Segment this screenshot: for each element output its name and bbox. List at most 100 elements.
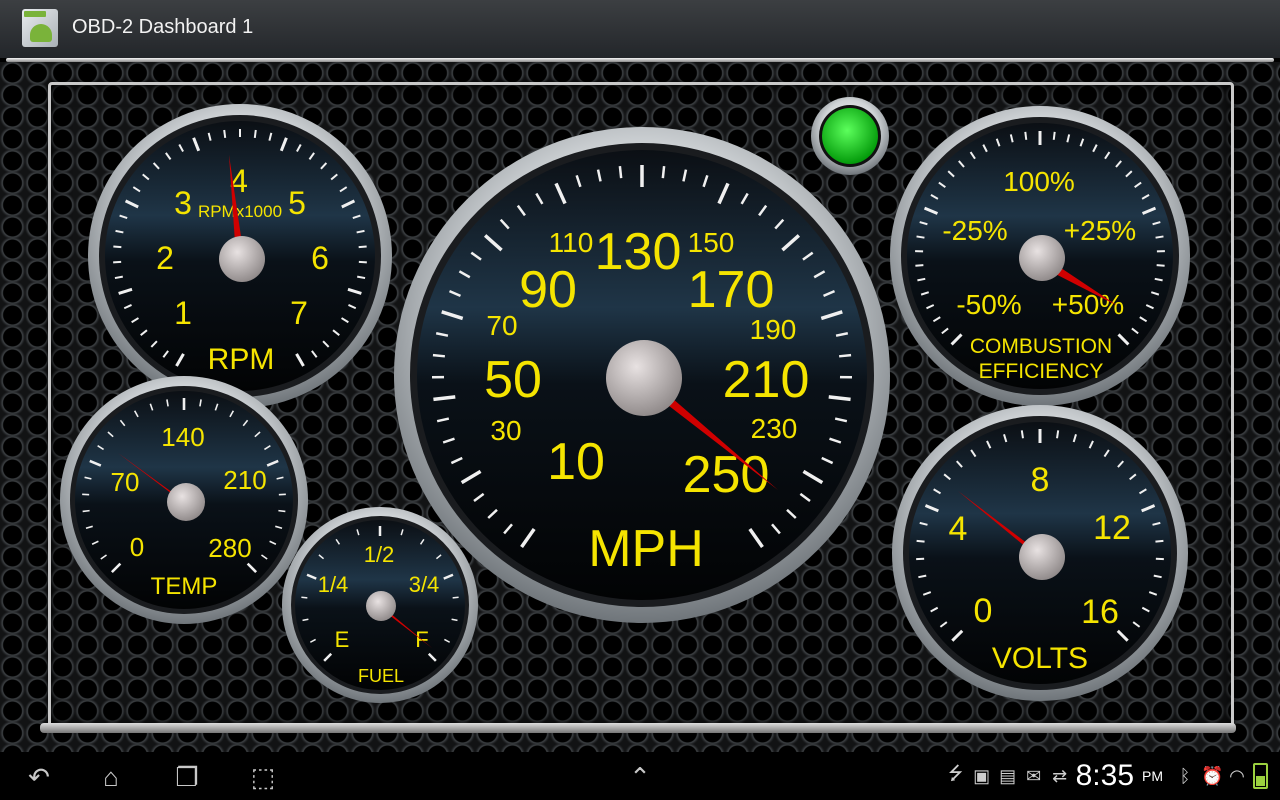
fuel-tick-label: 1/2 <box>364 542 395 567</box>
minor-tick <box>1155 235 1164 239</box>
fuel-gauge: E 1/4 1/2 3/4 F FUEL <box>282 507 478 703</box>
efficiency-tick-label: +25% <box>1064 215 1136 246</box>
rpm-tick-label: 7 <box>290 295 308 331</box>
fuel-unit-label: FUEL <box>358 666 404 686</box>
speed-tick-label: 90 <box>519 261 577 319</box>
efficiency-tick-label: 100% <box>1003 166 1075 197</box>
fuel-tick-label: F <box>415 627 428 652</box>
connection-indicator <box>811 97 889 175</box>
speed-tick-label: 130 <box>595 223 682 281</box>
rpm-tick-label: 6 <box>311 240 329 276</box>
efficiency-hub <box>1019 235 1065 281</box>
bluetooth-icon: ᛒ <box>1179 765 1191 786</box>
volts-tick-label: 8 <box>1031 461 1050 499</box>
rpm-unit-label: RPM <box>208 343 275 376</box>
rpm-tick-label: 3 <box>174 185 192 221</box>
volts-tick-label: 16 <box>1081 593 1119 631</box>
minor-tick <box>432 353 446 358</box>
minor-tick <box>618 166 623 179</box>
gallery-icon: ▣ <box>973 765 991 786</box>
rpm-tick-label: 2 <box>156 240 174 276</box>
speed-tick-label: 250 <box>683 446 770 504</box>
minor-tick <box>915 264 924 267</box>
rpm-hub <box>219 236 265 282</box>
minor-tick <box>223 129 227 139</box>
speed-minor-label: 70 <box>486 310 517 341</box>
voltage-gauge: 0 4 8 12 16 VOLTS <box>892 405 1188 701</box>
temp-tick-label: 280 <box>208 533 251 563</box>
speed-minor-label: 150 <box>688 227 735 258</box>
volts-tick-label: 4 <box>949 510 968 548</box>
back-icon[interactable]: ↶ <box>16 762 62 792</box>
minor-tick <box>1156 264 1165 267</box>
rpm-tick-label: 1 <box>174 295 192 331</box>
minor-tick <box>114 275 123 280</box>
rpm-scale-label: RPMx1000 <box>198 202 282 221</box>
minor-tick <box>1020 430 1024 439</box>
efficiency-tick-label: -50% <box>956 289 1021 320</box>
status-bar: ⭍ ▣ ▤ ✉ ⇄ 8:35 PM ᛒ ⏰ ◠ <box>946 752 1280 800</box>
speed-minor-label: 30 <box>490 415 521 446</box>
fuel-tick-label: 1/4 <box>318 572 349 597</box>
speedometer-gauge: 10 50 90 130 170 210 250 30 70 110 150 1… <box>394 127 890 623</box>
efficiency-gauge: -50% -25% 100% +25% +50% COMBUSTION EFFI… <box>890 106 1190 406</box>
minor-tick <box>253 129 257 139</box>
minor-tick <box>1052 131 1056 140</box>
wifi-icon: ◠ <box>1229 765 1245 786</box>
minor-tick <box>1155 539 1164 543</box>
sync-icon: ⇄ <box>1052 765 1068 786</box>
efficiency-tick-label: +50% <box>1052 289 1124 320</box>
efficiency-label-line1: COMBUSTION <box>970 335 1112 358</box>
speed-hub <box>606 340 682 416</box>
volts-tick-label: 0 <box>974 592 993 630</box>
fuel-tick-label: E <box>335 627 350 652</box>
temp-hub <box>167 483 205 521</box>
minor-tick <box>113 245 122 249</box>
rpm-tick-label: 5 <box>288 185 306 221</box>
fuel-hub <box>366 591 396 621</box>
volts-unit-label: VOLTS <box>992 642 1088 675</box>
minor-tick <box>357 275 366 280</box>
screenshot-icon[interactable]: ⬚ <box>240 762 286 792</box>
volts-tick-label: 12 <box>1093 509 1131 547</box>
minor-tick <box>82 509 90 513</box>
minor-tick <box>452 596 459 599</box>
speed-tick-label: 50 <box>484 351 542 409</box>
minor-tick <box>916 235 925 239</box>
status-led <box>822 108 878 164</box>
efficiency-label-line2: EFFICIENCY <box>979 360 1104 383</box>
recent-apps-icon[interactable]: ❐ <box>164 762 210 792</box>
speed-tick-label: 170 <box>688 261 775 319</box>
mail-icon: ✉ <box>1026 765 1042 786</box>
tachometer-gauge: 1 2 3 4 5 6 7 RPMx1000 RPM <box>88 104 392 408</box>
minor-tick <box>301 596 308 599</box>
temp-tick-label: 210 <box>223 465 266 495</box>
speed-minor-label: 190 <box>750 314 797 345</box>
clock: 8:35 <box>1075 759 1134 792</box>
minor-tick <box>278 509 286 513</box>
temperature-gauge: 0 70 140 210 280 TEMP <box>60 376 308 624</box>
alarm-icon: ⏰ <box>1201 765 1224 786</box>
chevron-up-icon[interactable]: ⌃ <box>617 762 663 792</box>
speed-minor-label: 230 <box>751 413 798 444</box>
home-icon[interactable]: ⌂ <box>88 762 134 792</box>
usb-icon: ⭍ <box>948 763 964 783</box>
efficiency-tick-label: -25% <box>942 215 1007 246</box>
store-icon: ▤ <box>999 765 1017 786</box>
battery-icon <box>1253 763 1268 789</box>
fuel-tick-label: 3/4 <box>409 572 440 597</box>
speed-unit-label: MPH <box>588 520 704 578</box>
speed-tick-label: 10 <box>547 433 605 491</box>
speed-tick-label: 210 <box>723 351 810 409</box>
minor-tick <box>838 353 852 358</box>
minor-tick <box>358 245 367 249</box>
speed-minor-label: 110 <box>549 227 594 258</box>
clock-ampm: PM <box>1142 768 1163 784</box>
minor-tick <box>916 539 925 543</box>
temp-tick-label: 70 <box>111 467 140 497</box>
minor-tick <box>1024 131 1028 140</box>
temp-tick-label: 140 <box>161 422 204 452</box>
minor-tick <box>1056 430 1060 439</box>
temp-tick-label: 0 <box>130 532 144 562</box>
temp-unit-label: TEMP <box>151 573 218 600</box>
